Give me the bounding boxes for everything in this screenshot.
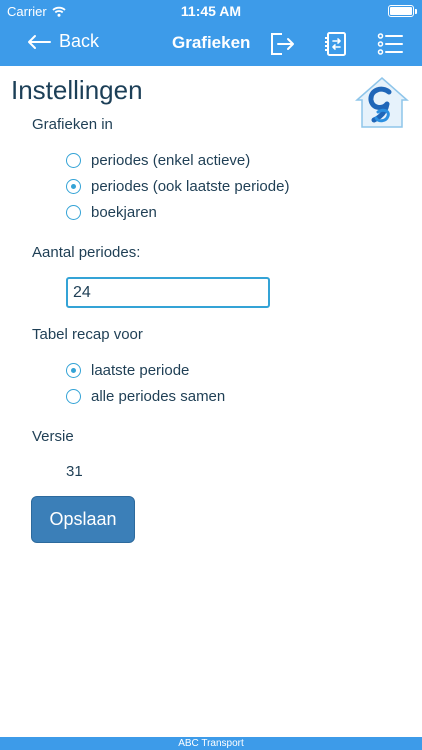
- radio-button[interactable]: [66, 205, 81, 220]
- radio-option-last-period[interactable]: periodes (ook laatste periode): [66, 178, 289, 195]
- back-label: Back: [59, 31, 100, 51]
- save-button[interactable]: Opslaan: [31, 496, 135, 543]
- radio-label: alle periodes samen: [91, 388, 226, 405]
- radio-button[interactable]: [66, 389, 81, 404]
- status-bar: Carrier 11:45 AM: [0, 0, 422, 22]
- radio-option-active-periods[interactable]: periodes (enkel actieve): [66, 152, 250, 169]
- contacts-book-icon[interactable]: [322, 30, 350, 58]
- radio-option-all-periods[interactable]: alle periodes samen: [66, 388, 225, 405]
- navigation-bar: Back Grafieken: [0, 22, 422, 66]
- page-title: Instellingen: [11, 75, 143, 105]
- radio-button-checked[interactable]: [66, 179, 81, 194]
- footer-company-name: ABC Transport: [0, 737, 422, 750]
- radio-label: periodes (enkel actieve): [91, 152, 251, 169]
- radio-label: laatste periode: [91, 362, 190, 379]
- version-value: 31: [66, 463, 83, 480]
- battery-fill: [390, 7, 412, 15]
- recap-label: Tabel recap voor: [32, 326, 143, 343]
- arrow-left-icon: [28, 34, 51, 49]
- radio-option-last-period-recap[interactable]: laatste periode: [66, 362, 189, 379]
- company-logo: [355, 77, 409, 128]
- radio-button-checked[interactable]: [66, 363, 81, 378]
- radio-button[interactable]: [66, 153, 81, 168]
- logout-icon[interactable]: [268, 30, 296, 58]
- back-button[interactable]: Back: [27, 31, 99, 52]
- screen-title: Grafieken: [172, 33, 251, 52]
- battery-icon: [388, 5, 417, 17]
- radio-option-fiscal-years[interactable]: boekjaren: [66, 204, 157, 221]
- clock: 11:45 AM: [180, 3, 242, 19]
- radio-label: boekjaren: [91, 204, 157, 221]
- list-menu-icon[interactable]: [376, 30, 404, 58]
- period-count-label: Aantal periodes:: [32, 244, 141, 261]
- charts-label: Grafieken in: [32, 116, 113, 133]
- version-label: Versie: [32, 428, 74, 445]
- period-count-input[interactable]: [66, 277, 270, 308]
- radio-label: periodes (ook laatste periode): [91, 178, 290, 195]
